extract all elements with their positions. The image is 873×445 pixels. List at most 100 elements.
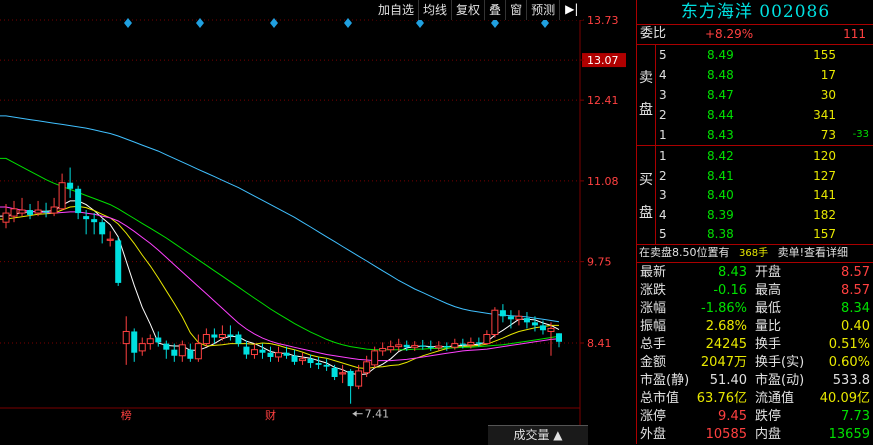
candle-body xyxy=(323,364,330,367)
weibi-value: +8.29% xyxy=(705,27,754,41)
sell-row[interactable]: 5 8.49 155 xyxy=(637,46,873,64)
buy-row[interactable]: 5 8.38 157 xyxy=(637,225,873,243)
candle[interactable] xyxy=(419,339,426,350)
buy-row[interactable]: 4 8.39 182 xyxy=(637,206,873,224)
candle[interactable] xyxy=(227,325,234,341)
overlay-button[interactable]: 叠 xyxy=(485,0,507,20)
price-axis: 13.73 13.07 12.41 11.08 9.75 8.41 xyxy=(580,14,626,350)
candle[interactable] xyxy=(339,364,347,384)
stat-row: 市盈(静) 51.40 市盈(动) 533.8 xyxy=(637,372,873,390)
candle[interactable] xyxy=(395,338,403,351)
candle[interactable] xyxy=(291,349,298,365)
info-diamond-icon[interactable] xyxy=(124,18,132,28)
candle-body xyxy=(131,331,138,353)
candle[interactable] xyxy=(10,200,18,223)
volume-label: 成交量 xyxy=(513,428,550,442)
candle-body xyxy=(475,342,482,344)
order-price: 8.44 xyxy=(707,108,734,122)
order-alert[interactable]: 在卖盘8.50位置有 368手 卖单!查看详细 xyxy=(639,244,873,262)
candle[interactable] xyxy=(155,331,162,347)
order-level: 2 xyxy=(659,108,667,122)
candle[interactable] xyxy=(43,202,50,218)
candle[interactable] xyxy=(556,333,562,348)
collapse-panel-icon[interactable]: ▶| xyxy=(560,0,583,20)
candle-body xyxy=(507,316,514,320)
candle[interactable] xyxy=(67,167,74,198)
moving-average-button[interactable]: 均线 xyxy=(419,0,453,20)
candle[interactable] xyxy=(202,328,210,347)
order-price: 8.38 xyxy=(707,227,734,241)
sell-row[interactable]: 2 8.44 341 xyxy=(637,106,873,124)
candle[interactable] xyxy=(499,304,506,323)
sell-row[interactable]: 3 8.47 30 xyxy=(637,86,873,104)
candle[interactable] xyxy=(138,337,146,356)
candle-body xyxy=(443,346,450,348)
candle[interactable] xyxy=(178,340,186,362)
window-button[interactable]: 窗 xyxy=(506,0,528,20)
candle[interactable] xyxy=(387,340,395,353)
candle[interactable] xyxy=(250,343,258,359)
candle[interactable] xyxy=(146,334,154,350)
add-favorite-button[interactable]: 加自选 xyxy=(374,0,420,20)
adjust-price-button[interactable]: 复权 xyxy=(452,0,486,20)
candle[interactable] xyxy=(379,342,387,356)
candle[interactable] xyxy=(58,173,66,211)
order-price: 8.39 xyxy=(707,207,734,222)
candle[interactable] xyxy=(122,316,130,365)
sell-row[interactable]: 4 8.48 17 xyxy=(637,66,873,84)
info-diamond-icon[interactable] xyxy=(344,18,352,28)
buy-row[interactable]: 1 8.42 120 xyxy=(637,147,873,165)
candle[interactable] xyxy=(347,369,354,404)
buy-row[interactable]: 3 8.40 141 xyxy=(637,186,873,204)
candle[interactable] xyxy=(106,231,114,247)
candle[interactable] xyxy=(194,334,202,362)
forecast-button[interactable]: 预测 xyxy=(527,0,561,20)
candle[interactable] xyxy=(115,237,122,286)
stat-label: 最高 xyxy=(755,283,782,298)
candle[interactable] xyxy=(523,312,530,329)
buy-row[interactable]: 2 8.41 127 xyxy=(637,167,873,185)
order-price: 8.42 xyxy=(707,149,734,163)
candle-body xyxy=(235,334,242,344)
stock-title: 东方海洋 002086 xyxy=(637,0,873,25)
candle[interactable] xyxy=(75,185,82,220)
candle[interactable] xyxy=(274,346,282,362)
candle[interactable] xyxy=(131,328,138,362)
candle[interactable] xyxy=(18,197,26,217)
stat-value: 8.57 xyxy=(841,265,870,280)
candle[interactable] xyxy=(483,330,491,345)
candle-body xyxy=(187,349,194,359)
candle-body xyxy=(315,363,322,365)
candle[interactable] xyxy=(515,310,523,326)
candle[interactable] xyxy=(99,219,106,244)
candle-body xyxy=(99,222,106,235)
candle[interactable] xyxy=(315,356,322,370)
candle[interactable] xyxy=(91,213,98,235)
order-level: 2 xyxy=(659,168,667,183)
info-diamond-icon[interactable] xyxy=(196,18,204,28)
chart-grid xyxy=(0,0,581,444)
candle[interactable] xyxy=(267,346,274,362)
candle[interactable] xyxy=(323,358,330,371)
candle-body xyxy=(556,333,562,342)
candle[interactable] xyxy=(331,364,338,381)
candle[interactable] xyxy=(187,343,194,362)
candle[interactable] xyxy=(50,197,58,217)
candle[interactable] xyxy=(27,203,34,220)
candle[interactable] xyxy=(491,307,499,338)
candle[interactable] xyxy=(235,331,242,347)
candle[interactable] xyxy=(211,328,218,344)
order-change: -33 xyxy=(852,129,869,140)
order-level: 4 xyxy=(659,207,667,222)
candle[interactable] xyxy=(299,352,307,365)
order-alert-link[interactable]: 卖单!查看详细 xyxy=(778,246,848,259)
candle[interactable] xyxy=(307,354,314,368)
candlestick-chart[interactable]: 7.41 13.7313.0712.4111.089.758.41 榜财 xyxy=(0,0,636,444)
candle-body xyxy=(75,188,82,214)
sell-row[interactable]: 1 8.43 73 -33 xyxy=(637,126,873,144)
volume-indicator-button[interactable]: 成交量 ▲ xyxy=(488,425,588,445)
stat-label: 市盈(静) xyxy=(640,373,690,388)
weibi-label: 委比 xyxy=(640,26,667,41)
candle[interactable] xyxy=(427,340,434,351)
candle-body xyxy=(243,346,250,355)
